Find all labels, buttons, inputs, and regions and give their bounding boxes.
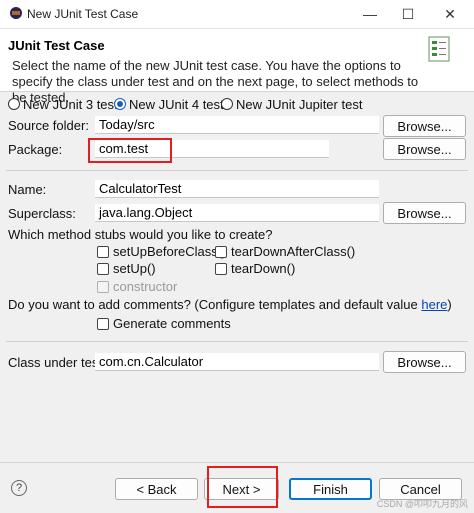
templates-link[interactable]: here [421,297,447,312]
teardown-label: tearDown() [231,261,296,276]
junit3-radio[interactable] [8,98,20,110]
close-button[interactable]: ✕ [438,4,462,24]
setup-before-class-checkbox[interactable] [97,246,109,258]
class-under-test-browse-button[interactable]: Browse... [383,351,466,373]
package-highlight-box [88,138,172,163]
jupiter-label: New JUnit Jupiter test [236,97,363,112]
finish-button[interactable]: Finish [289,478,372,500]
source-folder-label: Source folder: [8,118,89,133]
class-under-test-field[interactable]: com.cn.Calculator [95,353,379,371]
setup-before-class-label: setUpBeforeClass() [113,244,227,259]
package-browse-button[interactable]: Browse... [383,138,466,160]
minimize-button[interactable]: — [358,4,382,24]
junit3-label: New JUnit 3 test [23,97,118,112]
name-field[interactable]: CalculatorTest [95,180,379,198]
separator [6,341,468,342]
window-title: New JUnit Test Case [27,7,139,21]
constructor-label: constructor [113,279,178,294]
eclipse-app-icon [10,7,22,19]
comments-question-end: ) [447,297,452,312]
setup-label: setUp() [113,261,156,276]
name-label: Name: [8,182,47,197]
teardown-checkbox[interactable] [215,263,227,275]
generate-comments-label: Generate comments [113,316,231,331]
watermark: CSDN @叩叩九月的风 [376,499,468,509]
footer-separator [0,462,474,463]
constructor-checkbox [97,281,109,293]
superclass-label: Superclass: [8,206,76,221]
stubs-question: Which method stubs would you like to cre… [8,227,273,242]
package-label: Package: [8,142,63,157]
junit4-radio[interactable] [114,98,126,110]
source-folder-field[interactable]: Today/src [95,116,379,134]
back-button[interactable]: < Back [115,478,198,500]
separator [6,170,468,171]
comments-question-text: Do you want to add comments? (Configure … [8,297,422,312]
junit-wizard-icon [428,36,450,62]
source-folder-browse-button[interactable]: Browse... [383,115,466,137]
page-title: JUnit Test Case [8,38,105,53]
jupiter-radio[interactable] [221,98,233,110]
teardown-after-class-checkbox[interactable] [215,246,227,258]
setup-checkbox[interactable] [97,263,109,275]
next-highlight-box [207,466,278,508]
teardown-after-class-label: tearDownAfterClass() [231,244,356,259]
superclass-browse-button[interactable]: Browse... [383,202,466,224]
junit4-label: New JUnit 4 test [129,97,224,112]
maximize-button[interactable]: ☐ [396,4,420,24]
class-under-test-label: Class under test: [8,355,106,370]
help-icon[interactable]: ? [11,480,27,496]
superclass-field[interactable]: java.lang.Object [95,204,379,222]
generate-comments-checkbox[interactable] [97,318,109,330]
comments-question: Do you want to add comments? (Configure … [8,297,452,312]
